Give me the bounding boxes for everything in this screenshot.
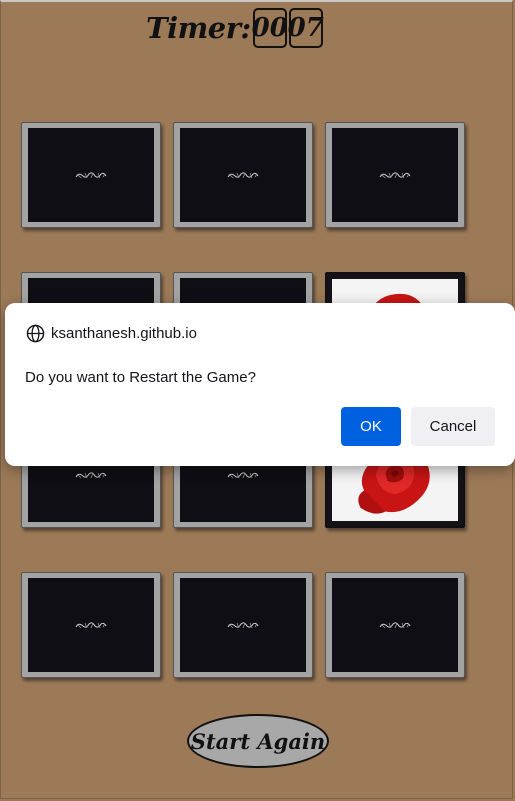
pattern-icon [227,471,259,478]
timer-seconds: 07 [288,8,324,48]
confirm-dialog: ksanthanesh.github.io Do you want to Res… [5,303,515,466]
timer-minutes: 00 [252,8,288,48]
card-face [180,578,306,672]
pattern-icon [227,171,259,178]
card-face [180,128,306,222]
memory-card[interactable] [21,572,161,678]
memory-card[interactable] [325,572,465,678]
memory-card[interactable] [325,122,465,228]
card-face [28,578,154,672]
dialog-origin-text: ksanthanesh.github.io [51,325,197,342]
start-again-button[interactable]: Start Again [187,714,329,768]
pattern-icon [379,171,411,178]
dialog-message: Do you want to Restart the Game? [25,369,256,386]
pattern-icon [75,621,107,628]
ok-button[interactable]: OK [341,407,401,446]
dialog-origin: ksanthanesh.github.io [26,324,197,343]
card-face [332,578,458,672]
memory-card[interactable] [21,122,161,228]
card-face [332,128,458,222]
memory-card[interactable] [173,572,313,678]
memory-card[interactable] [173,122,313,228]
pattern-icon [75,171,107,178]
cancel-button[interactable]: Cancel [411,407,495,446]
timer-label: Timer: [146,11,251,45]
card-face [28,128,154,222]
globe-icon [26,324,45,343]
timer: Timer: 00 07 [146,8,324,48]
pattern-icon [75,471,107,478]
pattern-icon [227,621,259,628]
pattern-icon [379,621,411,628]
